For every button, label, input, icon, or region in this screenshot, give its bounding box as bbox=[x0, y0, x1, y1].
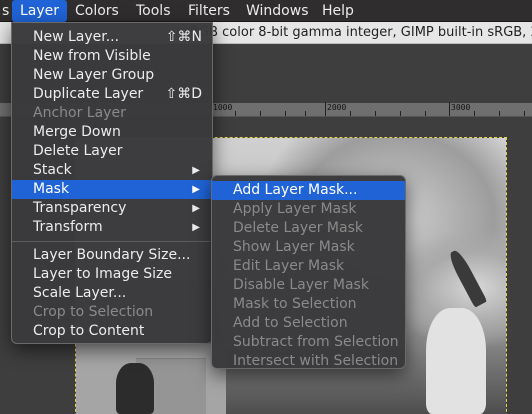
menu-item-label: Scale Layer... bbox=[33, 285, 127, 301]
menu-item-transparency[interactable]: Transparency ▶ bbox=[12, 199, 212, 218]
submenu-arrow-icon: ▶ bbox=[192, 203, 200, 214]
image-info-text: RGB color 8-bit gamma integer, GIMP buil… bbox=[190, 25, 532, 40]
menu-windows[interactable]: Windows bbox=[238, 0, 317, 22]
menu-item-new-layer-group[interactable]: New Layer Group bbox=[12, 66, 212, 85]
ruler-major-tick bbox=[325, 102, 326, 116]
menu-help[interactable]: Help bbox=[314, 0, 362, 22]
ruler-tick bbox=[375, 111, 376, 116]
menu-item-label: Merge Down bbox=[33, 124, 121, 140]
menu-item-label: Add to Selection bbox=[233, 315, 348, 331]
ruler-label: 3000 bbox=[451, 103, 471, 112]
menu-item-label: Duplicate Layer bbox=[33, 86, 144, 102]
menu-item-transform[interactable]: Transform ▶ bbox=[12, 218, 212, 237]
menu-item-label: Layer Boundary Size... bbox=[33, 247, 191, 263]
menu-item-label: Stack bbox=[33, 162, 72, 178]
menu-item-label: Mask to Selection bbox=[233, 296, 357, 312]
menu-item-duplicate-layer[interactable]: Duplicate Layer ⇧⌘D bbox=[12, 85, 212, 104]
ruler-tick bbox=[400, 111, 401, 116]
menu-item-label: Show Layer Mask bbox=[233, 239, 355, 255]
menu-item-layer-to-image-size[interactable]: Layer to Image Size bbox=[12, 265, 212, 284]
menu-item-label: Apply Layer Mask bbox=[233, 201, 357, 217]
menu-item-label: Delete Layer bbox=[33, 143, 123, 159]
menu-tools[interactable]: Tools bbox=[128, 0, 179, 22]
menu-item-label: Edit Layer Mask bbox=[233, 258, 345, 274]
shortcut-label: ⇧⌘N bbox=[165, 29, 202, 45]
menu-item-label: Disable Layer Mask bbox=[233, 277, 369, 293]
menu-item-anchor-layer: Anchor Layer bbox=[12, 104, 212, 123]
ruler-label: 1000 bbox=[213, 103, 233, 112]
menu-item-show-layer-mask: Show Layer Mask bbox=[212, 238, 405, 257]
ruler-tick bbox=[235, 111, 236, 116]
menu-item-add-layer-mask[interactable]: Add Layer Mask... bbox=[212, 181, 405, 200]
menu-item-label: Transparency bbox=[33, 200, 127, 216]
menu-item-new-layer[interactable]: New Layer... ⇧⌘N bbox=[12, 28, 212, 47]
menu-colors[interactable]: Colors bbox=[67, 0, 127, 22]
submenu-arrow-icon: ▶ bbox=[192, 222, 200, 233]
mask-submenu: Add Layer Mask... Apply Layer Mask Delet… bbox=[211, 175, 406, 369]
menu-item-new-from-visible[interactable]: New from Visible bbox=[12, 47, 212, 66]
menu-item-label: Mask bbox=[33, 181, 70, 197]
menu-item-mask[interactable]: Mask ▶ bbox=[12, 180, 212, 199]
menu-item-label: Delete Layer Mask bbox=[233, 220, 363, 236]
menu-item-subtract-from-selection: Subtract from Selection bbox=[212, 333, 405, 352]
menu-item-edit-layer-mask: Edit Layer Mask bbox=[212, 257, 405, 276]
menu-item-label: Transform bbox=[33, 219, 103, 235]
submenu-arrow-icon: ▶ bbox=[192, 184, 200, 195]
menu-item-label: Crop to Selection bbox=[33, 304, 154, 320]
menu-layer[interactable]: Layer bbox=[12, 0, 68, 22]
menu-item-apply-layer-mask: Apply Layer Mask bbox=[212, 200, 405, 219]
menu-item-label: Layer to Image Size bbox=[33, 266, 173, 282]
menu-item-layer-boundary-size[interactable]: Layer Boundary Size... bbox=[12, 246, 212, 265]
ruler-tick bbox=[350, 111, 351, 116]
ruler-tick bbox=[425, 111, 426, 116]
menu-item-crop-to-selection: Crop to Selection bbox=[12, 303, 212, 322]
menu-item-disable-layer-mask: Disable Layer Mask bbox=[212, 276, 405, 295]
menu-item-label: Subtract from Selection bbox=[233, 334, 399, 350]
ruler-tick bbox=[305, 111, 306, 116]
menu-item-add-to-selection: Add to Selection bbox=[212, 314, 405, 333]
ruler-major-tick bbox=[449, 102, 450, 116]
menu-item-label: New Layer... bbox=[33, 29, 120, 45]
menu-item-label: Add Layer Mask... bbox=[233, 182, 358, 198]
menu-item-crop-to-content[interactable]: Crop to Content bbox=[12, 322, 212, 341]
menu-item-label: New from Visible bbox=[33, 48, 151, 64]
menu-item-mask-to-selection: Mask to Selection bbox=[212, 295, 405, 314]
menu-item-stack[interactable]: Stack ▶ bbox=[12, 161, 212, 180]
menu-item-delete-layer-mask: Delete Layer Mask bbox=[212, 219, 405, 238]
menu-item-label: New Layer Group bbox=[33, 67, 155, 83]
menu-filters[interactable]: Filters bbox=[180, 0, 238, 22]
ruler-tick bbox=[260, 111, 261, 116]
menu-item-merge-down[interactable]: Merge Down bbox=[12, 123, 212, 142]
menu-separator bbox=[12, 241, 212, 242]
menu-item-intersect-with-selection: Intersect with Selection bbox=[212, 352, 405, 371]
ruler-tick bbox=[499, 111, 500, 116]
ruler-label: 2000 bbox=[327, 103, 347, 112]
menu-item-label: Intersect with Selection bbox=[233, 353, 399, 369]
ruler-tick bbox=[524, 111, 525, 116]
layer-menu: New Layer... ⇧⌘N New from Visible New La… bbox=[11, 22, 213, 344]
ruler-tick bbox=[285, 111, 286, 116]
menubar: s Layer Colors Tools Filters Windows Hel… bbox=[0, 0, 532, 22]
menu-item-scale-layer[interactable]: Scale Layer... bbox=[12, 284, 212, 303]
menu-item-delete-layer[interactable]: Delete Layer bbox=[12, 142, 212, 161]
submenu-arrow-icon: ▶ bbox=[192, 165, 200, 176]
menu-item-label: Crop to Content bbox=[33, 323, 145, 339]
ruler-tick bbox=[474, 111, 475, 116]
menu-item-label: Anchor Layer bbox=[33, 105, 126, 121]
shortcut-label: ⇧⌘D bbox=[165, 86, 202, 102]
